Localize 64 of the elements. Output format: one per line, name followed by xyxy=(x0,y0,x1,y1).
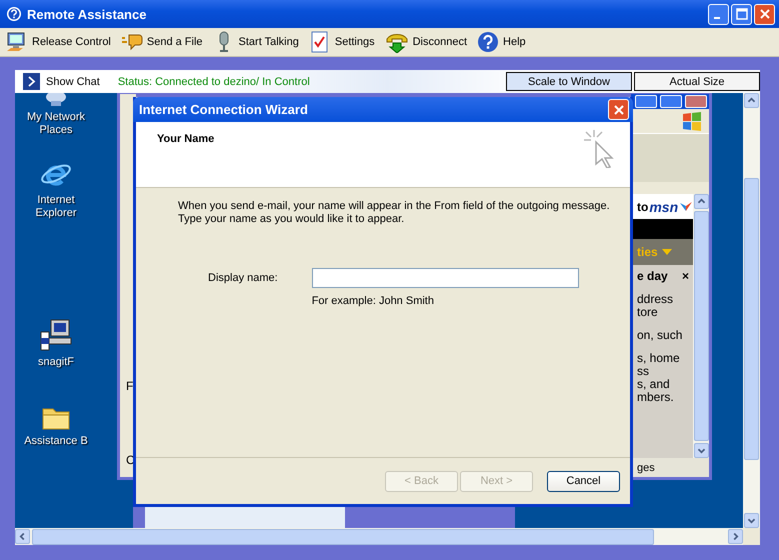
maximize-button[interactable] xyxy=(731,4,752,24)
desktop-icon-label[interactable]: Assistance B xyxy=(21,435,91,448)
panel-title-fragment: e day xyxy=(637,269,668,283)
minimize-button[interactable] xyxy=(635,95,657,108)
close-icon xyxy=(758,8,770,20)
msn-logo: msn xyxy=(649,198,678,214)
desktop-icon-label[interactable]: snagitF xyxy=(21,356,91,369)
desktop-icon-label[interactable]: Internet Explorer xyxy=(21,194,91,220)
window-title: Remote Assistance xyxy=(27,6,146,22)
scroll-right-icon[interactable] xyxy=(728,529,743,544)
panel-close-button[interactable]: × xyxy=(682,269,689,283)
text-fragment: mbers. xyxy=(637,391,675,404)
maximize-button[interactable] xyxy=(660,95,682,108)
windows-flag-icon xyxy=(681,111,703,131)
toolbar-button[interactable]: Disconnect xyxy=(382,29,474,55)
toolbar-button[interactable]: Settings xyxy=(306,29,381,55)
close-button[interactable] xyxy=(685,95,707,108)
text-fragment: s, and xyxy=(637,378,671,391)
toolbar-button[interactable]: Release Control xyxy=(4,29,117,55)
display-name-field[interactable] xyxy=(312,268,579,288)
scroll-left-icon[interactable] xyxy=(15,529,30,544)
view-button[interactable]: Scale to Window xyxy=(506,72,632,91)
vertical-scrollbar[interactable] xyxy=(743,93,760,528)
maximize-icon xyxy=(736,8,748,20)
toolbar-button[interactable]: Help xyxy=(475,29,532,55)
dialog-title: Internet Connection Wizard xyxy=(139,102,308,117)
scroll-down-icon[interactable] xyxy=(744,513,759,528)
msn-header-fragment: to xyxy=(637,200,648,214)
close-button[interactable] xyxy=(754,4,775,24)
chevron-icon xyxy=(23,73,40,90)
banner-bar xyxy=(631,219,693,239)
toolbar-button[interactable]: Send a File xyxy=(118,29,209,55)
scroll-up-icon[interactable] xyxy=(744,93,759,108)
status-bar-fragment: ges xyxy=(637,462,655,474)
text-fragment: tore xyxy=(637,306,659,319)
instruction-text: When you send e-mail, your name will appear in the From field of the outgoing message. xyxy=(178,200,610,213)
scroll-up-icon[interactable] xyxy=(694,194,708,209)
close-icon xyxy=(612,104,624,116)
minimize-icon xyxy=(714,17,720,19)
toolbar-button[interactable]: Start Talking xyxy=(210,29,305,55)
scroll-down-icon[interactable] xyxy=(694,443,708,458)
view-button[interactable]: Actual Size xyxy=(634,72,760,91)
example-hint: For example: John Smith xyxy=(312,295,435,307)
help-icon xyxy=(6,6,22,22)
page-heading: Your Name xyxy=(157,133,214,145)
close-button[interactable] xyxy=(608,99,629,120)
connection-status: Status: Connected to dezino/ In Control xyxy=(118,76,310,88)
desktop-icon-label[interactable]: My Network Places xyxy=(21,111,91,137)
setup-computer-icon xyxy=(39,318,73,352)
text-fragment: ss xyxy=(637,365,650,378)
vertical-scrollbar[interactable] xyxy=(693,194,709,458)
dropdown-triangle-icon xyxy=(662,249,672,255)
help-icon xyxy=(477,31,500,53)
text-fragment: s, home xyxy=(637,352,681,365)
horizontal-scrollbar[interactable] xyxy=(15,528,743,545)
text-fragment: on, such xyxy=(637,329,684,342)
minimize-button[interactable] xyxy=(708,4,729,24)
phone-icon xyxy=(384,31,409,53)
instruction-text: Type your name as you would like it to appear. xyxy=(178,213,406,226)
pane-header-fragment: F xyxy=(125,379,134,393)
wizard-button[interactable]: Cancel xyxy=(547,470,620,492)
text-fragment: ddress xyxy=(637,293,674,306)
field-label: Display name: xyxy=(208,272,278,286)
scrollbar-corner xyxy=(743,528,760,545)
